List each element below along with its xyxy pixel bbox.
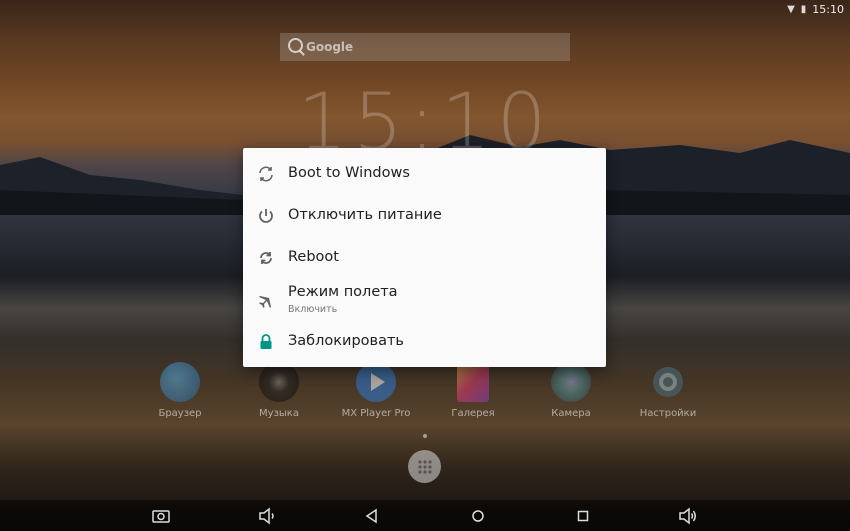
back-icon — [365, 508, 377, 524]
app-label: Музыка — [259, 408, 299, 419]
menu-item-label: Отключить питание — [288, 207, 442, 223]
gallery-icon — [457, 362, 489, 402]
google-search-bar[interactable]: Google — [280, 33, 570, 61]
boot-windows-icon — [259, 166, 273, 182]
volume-up-icon — [679, 507, 696, 525]
app-label: Браузер — [158, 408, 202, 419]
app-label: Галерея — [451, 408, 495, 419]
app-label: Настройки — [639, 408, 697, 419]
home-screen: ▼ ▮ 15:10 Google 15:10 Браузер Музыка MX… — [0, 0, 850, 531]
app-settings[interactable]: Настройки — [623, 362, 713, 419]
airplane-icon — [259, 294, 273, 308]
volume-up-button[interactable] — [678, 506, 698, 526]
battery-icon: ▮ — [800, 3, 807, 15]
app-gallery[interactable]: Галерея — [428, 362, 518, 419]
recents-button[interactable] — [573, 506, 593, 526]
search-icon — [288, 38, 303, 53]
menu-item-power-off[interactable]: Отключить питание — [243, 195, 606, 237]
power-menu: Boot to Windows Отключить питание Reboot… — [243, 148, 606, 367]
menu-item-reboot[interactable]: Reboot — [243, 237, 606, 279]
menu-item-label: Reboot — [288, 249, 339, 265]
home-icon — [472, 510, 484, 522]
menu-item-label: Режим полета — [288, 284, 398, 300]
app-label: Камера — [551, 408, 591, 419]
app-browser[interactable]: Браузер — [135, 362, 225, 419]
music-icon — [259, 362, 299, 402]
status-time: 15:10 — [812, 2, 844, 16]
app-music[interactable]: Музыка — [234, 362, 324, 419]
app-camera[interactable]: Камера — [526, 362, 616, 419]
menu-item-boot-windows[interactable]: Boot to Windows — [243, 153, 606, 195]
recents-icon — [577, 510, 589, 522]
volume-down-icon — [259, 507, 274, 525]
reboot-icon — [260, 252, 272, 264]
menu-item-label: Заблокировать — [288, 333, 404, 349]
lock-icon — [260, 334, 272, 349]
search-label: Google — [306, 40, 354, 54]
power-icon — [259, 209, 273, 223]
home-button[interactable] — [468, 506, 488, 526]
menu-item-sublabel: Включить — [288, 304, 338, 315]
play-icon — [356, 362, 396, 402]
back-button[interactable] — [362, 506, 382, 526]
app-mx-player[interactable]: MX Player Pro — [331, 362, 421, 419]
all-apps-button[interactable] — [408, 450, 441, 483]
page-indicator — [423, 434, 427, 438]
menu-item-airplane-mode[interactable]: Режим полета Включить — [243, 279, 606, 324]
app-label: MX Player Pro — [341, 408, 411, 419]
menu-item-lock[interactable]: Заблокировать — [243, 321, 606, 363]
wifi-icon: ▼ — [787, 3, 795, 15]
gear-icon — [648, 362, 688, 402]
camera-icon — [551, 362, 591, 402]
screenshot-button[interactable] — [151, 506, 171, 526]
navigation-bar — [0, 500, 850, 531]
menu-item-label: Boot to Windows — [288, 165, 410, 181]
screenshot-icon — [152, 510, 170, 523]
apps-grid-icon — [417, 459, 432, 474]
app-dock: Браузер Музыка MX Player Pro Галерея Кам… — [0, 362, 850, 432]
status-bar: ▼ ▮ 15:10 — [0, 0, 850, 18]
volume-down-button[interactable] — [257, 506, 277, 526]
browser-icon — [160, 362, 200, 402]
